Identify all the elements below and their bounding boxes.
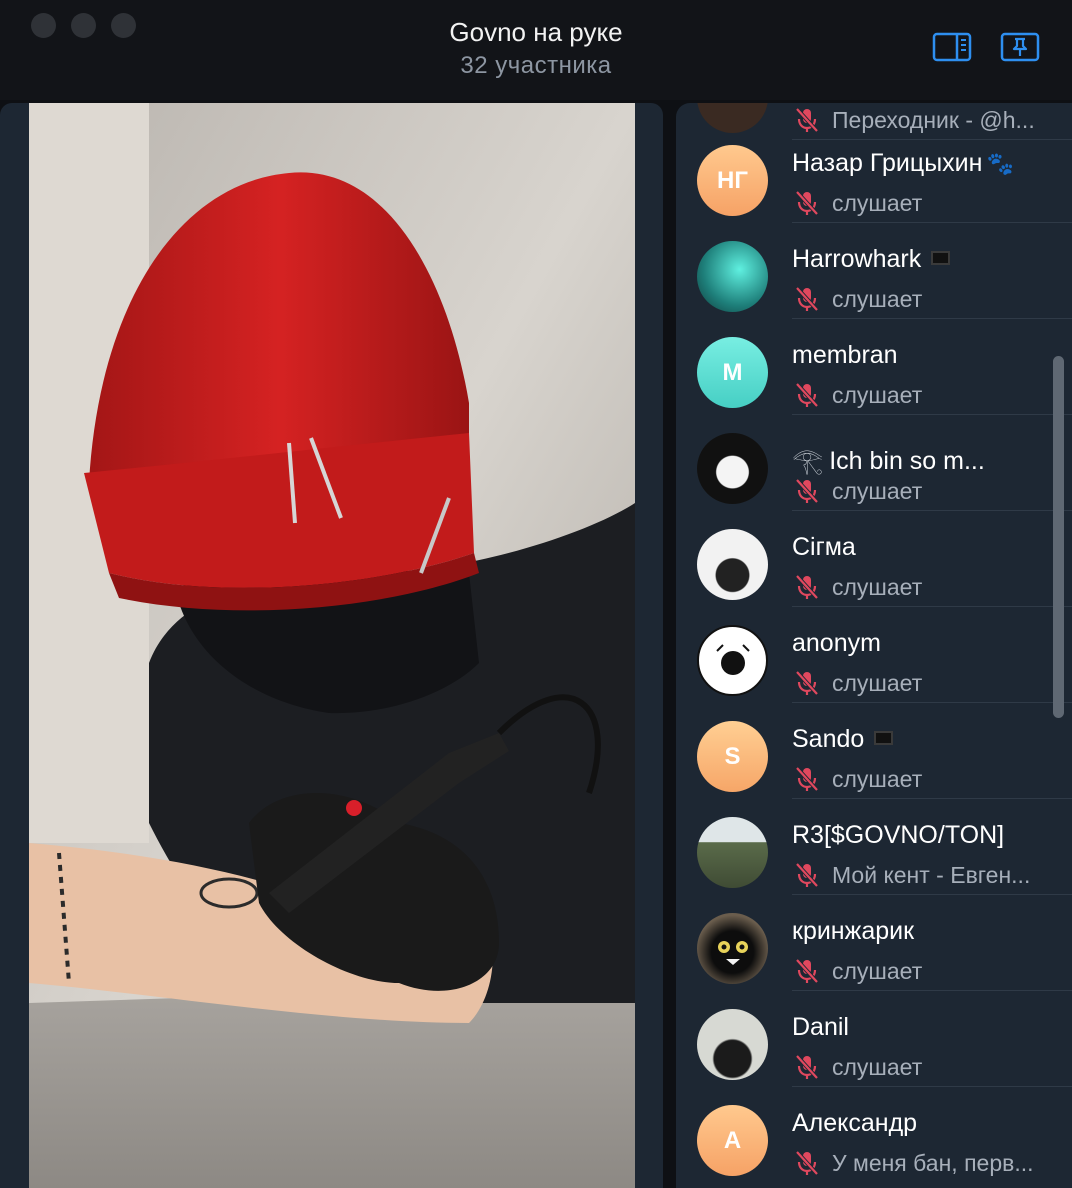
black-square-icon (931, 251, 951, 266)
eye-of-horus-icon: 𓂀 (792, 447, 824, 475)
participant-row[interactable]: anonym слушает (676, 607, 1072, 703)
participant-name: Sando (792, 725, 894, 754)
participant-row[interactable]: кринжарик слушает (676, 895, 1072, 991)
muted-mic-icon (795, 286, 819, 312)
avatar (697, 625, 768, 696)
participant-status: слушает (832, 958, 923, 984)
participant-name: R3[$GOVNO/TON] (792, 821, 1005, 849)
participant-status: Мой кент - Евген... (832, 862, 1031, 888)
participant-row[interactable]: A Александр У меня бан, перв... (676, 1087, 1072, 1183)
participant-name: Сігма (792, 533, 856, 561)
participant-row[interactable]: Danil слушает (676, 991, 1072, 1087)
avatar (697, 529, 768, 600)
video-stream-pane[interactable] (0, 103, 663, 1188)
muted-mic-icon (795, 766, 819, 792)
avatar: НГ (697, 145, 768, 216)
participant-name: membran (792, 341, 898, 369)
participant-status: слушает (832, 286, 923, 312)
participant-row[interactable]: S Sando слушает (676, 703, 1072, 799)
muted-mic-icon (795, 1150, 819, 1176)
avatar (697, 817, 768, 888)
participant-name: Harrowhark (792, 245, 951, 274)
window-title: Govno на руке (449, 17, 623, 47)
muted-mic-icon (795, 862, 819, 888)
avatar (697, 241, 768, 312)
participant-name: anonym (792, 629, 881, 657)
participants-list[interactable]: Переходник - @h... НГ Назар Грицыхин 🐾 сл… (676, 103, 1072, 1188)
participant-name: Назар Грицыхин 🐾 (792, 149, 1014, 177)
participant-row[interactable]: M membran слушает (676, 319, 1072, 415)
video-frame[interactable] (29, 103, 635, 1188)
participant-name: 𓂀 Ich bin so m... (792, 447, 985, 475)
avatar (697, 433, 768, 504)
participant-status: слушает (832, 382, 923, 408)
avatar: S (697, 721, 768, 792)
avatar (697, 1009, 768, 1080)
muted-mic-icon (795, 190, 819, 216)
video-frame-image (29, 103, 635, 1188)
participant-row[interactable]: НГ Назар Грицыхин 🐾 слушает (676, 127, 1072, 223)
participant-name: Александр (792, 1109, 918, 1137)
participant-status: слушает (832, 766, 923, 792)
sidebar-icon (932, 32, 972, 62)
muted-mic-icon (795, 958, 819, 984)
pin-window-button[interactable] (1000, 30, 1040, 64)
muted-mic-icon (795, 1054, 819, 1080)
participant-row[interactable]: R3[$GOVNO/TON] Мой кент - Евген... (676, 799, 1072, 895)
title-bar: Govno на руке 32 участника (0, 0, 1072, 100)
participant-status: слушает (832, 1054, 923, 1080)
muted-mic-icon (795, 382, 819, 408)
participant-row[interactable]: 𓂀 Ich bin so m... слушает (676, 415, 1072, 511)
participant-status: слушает (832, 190, 923, 216)
muted-mic-icon (795, 574, 819, 600)
toggle-sidebar-button[interactable] (932, 30, 972, 64)
pin-icon (1000, 32, 1040, 62)
participants-scrollbar[interactable] (1053, 356, 1064, 718)
participant-status: У меня бан, перв... (832, 1150, 1034, 1176)
participant-name: Danil (792, 1013, 849, 1041)
participant-name: кринжарик (792, 917, 915, 945)
participant-status: слушает (832, 478, 923, 504)
participant-row[interactable]: Сігма слушает (676, 511, 1072, 607)
muted-mic-icon (795, 478, 819, 504)
participant-status: слушает (832, 574, 923, 600)
paw-icon: 🐾 (986, 151, 1014, 176)
avatar: A (697, 1105, 768, 1176)
participant-count: 32 участника (460, 52, 612, 79)
participant-status: слушает (832, 670, 923, 696)
black-square-icon (874, 731, 894, 746)
avatar (697, 913, 768, 984)
muted-mic-icon (795, 670, 819, 696)
participant-row[interactable]: Harrowhark слушает (676, 223, 1072, 319)
avatar: M (697, 337, 768, 408)
